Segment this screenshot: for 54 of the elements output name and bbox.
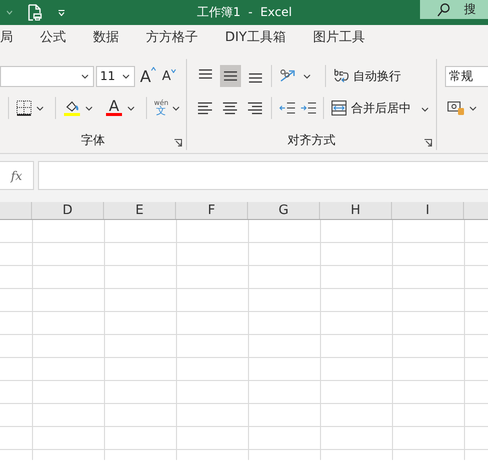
decrease-indent-icon[interactable] (279, 101, 295, 115)
align-lines-icon (247, 100, 264, 116)
print-preview-icon[interactable] (27, 4, 42, 21)
ribbon-tab[interactable]: 图片工具 (312, 28, 365, 50)
align-lines-icon (222, 100, 239, 116)
insert-function-button[interactable]: fx (0, 161, 34, 190)
window-title: 工作簿1 - Excel (197, 4, 292, 21)
dropdown-caret-icon[interactable] (122, 74, 130, 78)
column-header[interactable]: F (176, 202, 248, 219)
font-color-button[interactable]: A (105, 100, 123, 116)
ribbon-tab[interactable]: DIY工具箱 (225, 28, 286, 50)
increase-indent-icon[interactable] (300, 101, 316, 115)
dialog-launcher-icon[interactable] (424, 139, 432, 147)
grow-font-button[interactable]: A (138, 66, 158, 86)
merge-center-button[interactable]: 合并后居中 (331, 100, 411, 116)
caret-icon[interactable] (127, 106, 135, 110)
font-name-field[interactable] (0, 66, 94, 86)
customize-caret-icon[interactable] (58, 10, 65, 16)
number-format-field[interactable]: 常规 (445, 66, 488, 86)
group-label: 对齐方式 (288, 132, 336, 148)
caret-icon[interactable] (172, 106, 180, 110)
formula-input-field[interactable] (38, 161, 488, 190)
ribbon-tab[interactable]: 数据 (93, 28, 119, 50)
up-caret-icon (150, 66, 156, 70)
dropdown-caret-icon[interactable] (81, 74, 89, 78)
currency-format-icon[interactable] (447, 100, 465, 116)
caret-icon[interactable] (303, 74, 311, 78)
ribbon-tab[interactable]: 方方格子 (146, 28, 198, 50)
down-caret-icon (170, 68, 176, 72)
align-lines-icon (197, 100, 214, 116)
search-field[interactable]: 搜 (420, 0, 488, 19)
font-size-field[interactable]: 11 (96, 66, 135, 86)
wrap-text-icon (333, 67, 349, 85)
caret-icon[interactable] (36, 106, 44, 110)
column-header[interactable]: G (248, 202, 320, 219)
column-header[interactable]: I (392, 202, 464, 219)
shrink-font-button[interactable]: A (160, 68, 178, 84)
borders-icon[interactable] (16, 100, 32, 116)
caret-icon[interactable] (469, 106, 477, 110)
caret-icon[interactable] (421, 107, 429, 112)
column-header[interactable]: D (32, 202, 104, 219)
middle-align-button[interactable] (220, 65, 241, 87)
caret-icon[interactable] (85, 106, 93, 110)
column-header[interactable]: H (320, 202, 392, 219)
merge-cells-icon (331, 100, 347, 116)
ribbon-tab[interactable]: 公式 (40, 28, 66, 50)
fill-color-button[interactable] (63, 100, 81, 116)
group-label: 字体 (81, 132, 105, 148)
column-header[interactable]: E (104, 202, 176, 219)
ribbon-tab[interactable]: 局 (0, 28, 13, 50)
search-icon (437, 2, 450, 16)
dialog-launcher-icon[interactable] (174, 139, 182, 147)
paint-bucket-icon (65, 100, 79, 112)
wrap-text-button[interactable]: 自动换行 (333, 67, 401, 85)
